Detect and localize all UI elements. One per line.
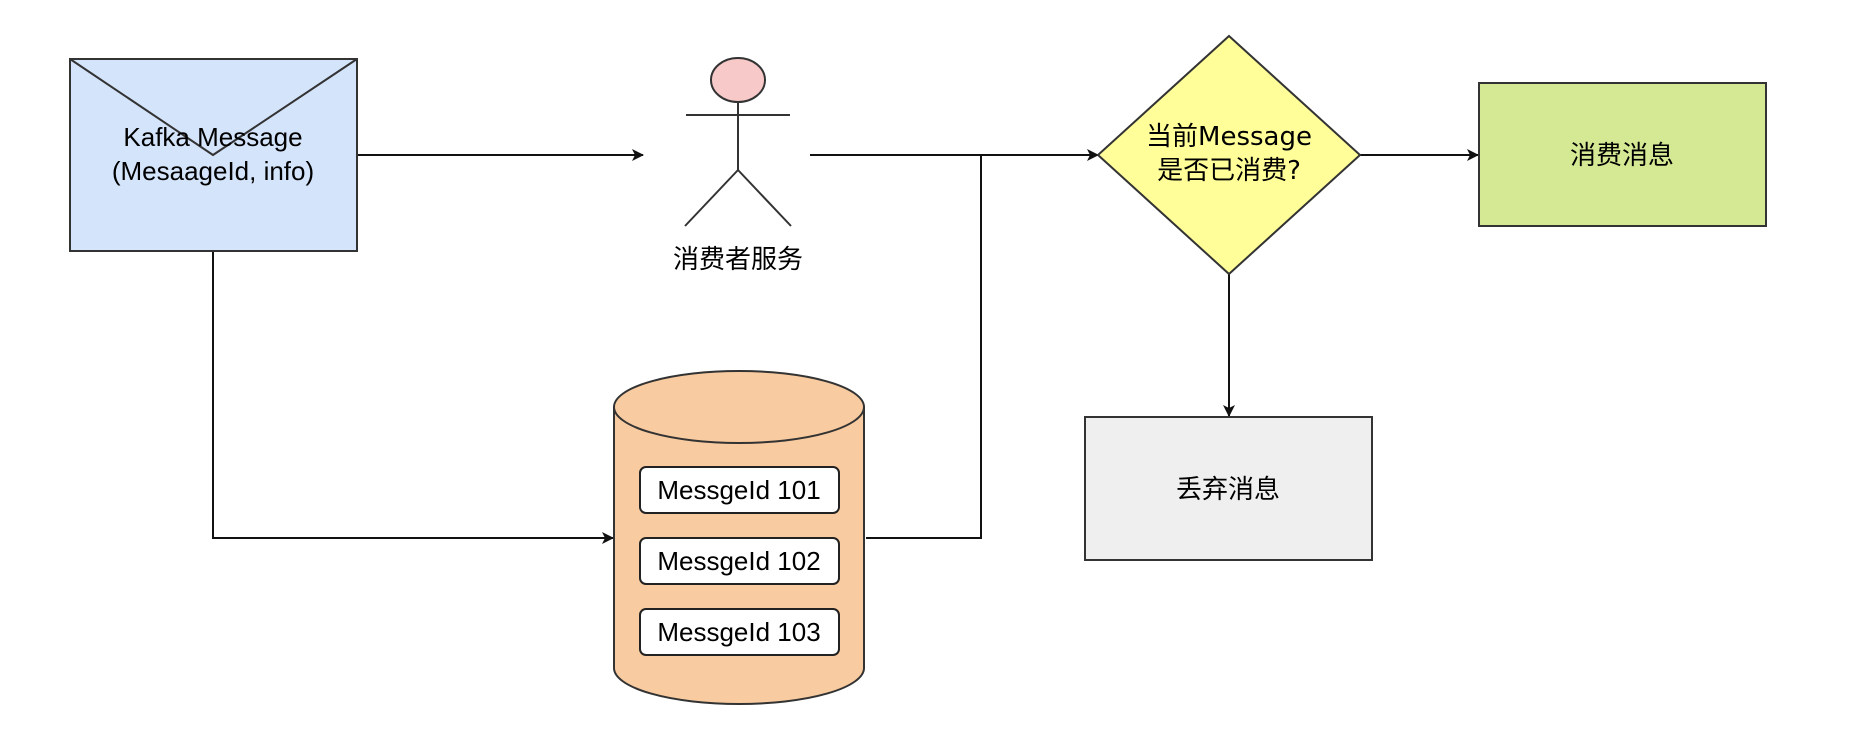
message-id-label-103: MessgeId 103 [657,617,820,647]
message-store-cylinder: MessgeId 101 MessgeId 102 MessgeId 103 [613,370,865,705]
actor-head-icon [710,57,766,103]
edge-message-to-store [212,250,614,544]
kafka-message-title: Kafka Message [123,122,302,152]
consume-message-node: 消费消息 [1478,82,1767,227]
decision-diamond [1096,34,1362,276]
decision-label-line1: 当前Message [1146,122,1312,152]
decision-label-line2: 是否已消费? [1157,156,1301,186]
message-id-label-101: MessgeId 101 [657,475,820,505]
discard-message-node: 丢弃消息 [1084,416,1373,561]
consumer-service-label: 消费者服务 [673,245,803,275]
consumed-decision: 当前Message 是否已消费? [1096,34,1362,276]
discard-message-label: 丢弃消息 [1176,475,1280,505]
cylinder-top [613,370,865,444]
flow-diagram: Kafka Message (MesaageId, info) 消费者服务 Me… [69,34,1767,705]
consume-message-label: 消费消息 [1570,141,1674,171]
consumer-service-actor: 消费者服务 [673,57,803,275]
kafka-message-subtitle: (MesaageId, info) [112,156,314,186]
kafka-message-envelope: Kafka Message (MesaageId, info) [69,58,358,252]
actor-body-icon [684,102,792,227]
message-id-label-102: MessgeId 102 [657,546,820,576]
edge-store-to-decision [866,155,982,539]
